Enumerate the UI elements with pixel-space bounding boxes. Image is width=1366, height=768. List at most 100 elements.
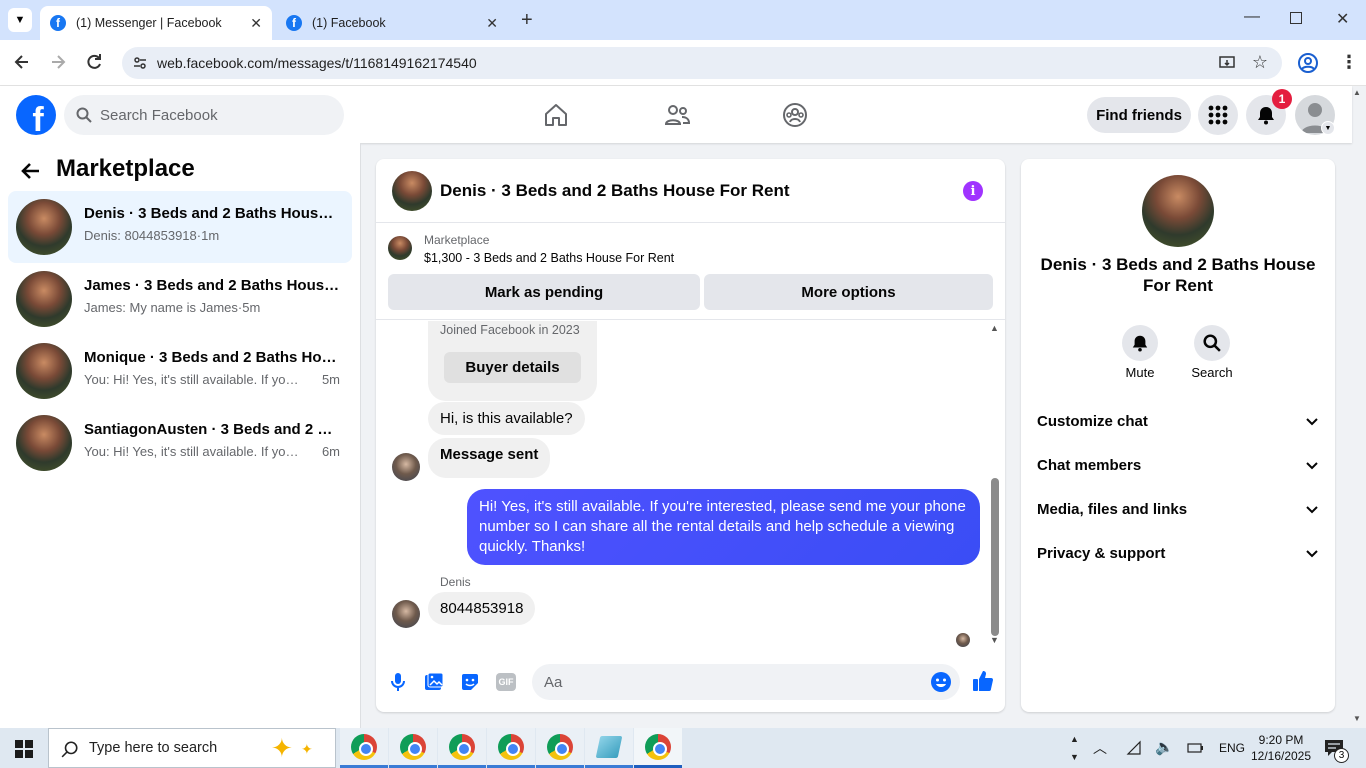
chrome-icon <box>645 733 671 760</box>
chat-members-section[interactable]: Chat members <box>1037 453 1319 477</box>
page-scroll-up-icon[interactable]: ▲ <box>1353 88 1361 97</box>
chat-avatar[interactable] <box>392 171 432 211</box>
buyer-profile-card: Joined Facebook in 2023 Buyer details <box>428 321 597 401</box>
volume-icon[interactable]: 🔈 <box>1155 738 1174 756</box>
chat-info-panel: Denis · 3 Beds and 2 Baths House For Ren… <box>1021 159 1335 712</box>
incoming-message[interactable]: 8044853918 <box>428 592 536 625</box>
conversation-item[interactable]: Monique · 3 Beds and 2 Baths House For R… <box>8 335 352 407</box>
minimize-icon[interactable]: — <box>1244 8 1260 26</box>
site-info-icon[interactable] <box>132 55 148 71</box>
chat-title[interactable]: Denis · 3 Beds and 2 Baths House For Ren… <box>440 181 790 201</box>
taskbar-clock[interactable]: 9:20 PM 12/16/2025 <box>1248 732 1314 764</box>
tab-facebook[interactable]: f (1) Facebook ✕ <box>276 6 508 40</box>
close-window-icon[interactable]: ✕ <box>1336 9 1349 29</box>
menu-grid-button[interactable] <box>1198 95 1238 135</box>
sparkle-small-icon: ✦ <box>301 741 313 757</box>
search-conversation-button[interactable] <box>1194 325 1230 361</box>
clock-time: 9:20 PM <box>1258 733 1304 747</box>
thumbs-up-icon[interactable] <box>972 670 994 692</box>
close-tab-icon[interactable]: ✕ <box>250 15 262 32</box>
taskbar-chrome-app[interactable] <box>536 728 584 768</box>
language-indicator[interactable]: ENG <box>1219 741 1245 755</box>
taskbar-chrome-app[interactable] <box>389 728 437 768</box>
listing-thumbnail[interactable] <box>388 236 412 260</box>
taskbar-search-input[interactable]: Type here to search ✦ ✦ <box>48 728 336 768</box>
battery-icon[interactable] <box>1187 741 1205 755</box>
conversation-item[interactable]: Denis · 3 Beds and 2 Baths House For Ren… <box>8 191 352 263</box>
friends-icon[interactable] <box>663 102 691 128</box>
facebook-favicon-icon: f <box>286 15 302 31</box>
windows-start-icon[interactable] <box>15 740 33 758</box>
message-thread[interactable]: Joined Facebook in 2023 Buyer details Hi… <box>376 321 1005 651</box>
tab-messenger[interactable]: f (1) Messenger | Facebook ✕ <box>40 6 272 40</box>
show-hidden-icons-chevron-icon[interactable]: ︿ <box>1093 738 1107 758</box>
grid-icon <box>1208 105 1228 125</box>
emoji-icon[interactable] <box>930 671 952 693</box>
gif-icon[interactable]: GIF <box>496 673 516 691</box>
notepad-icon <box>595 735 623 758</box>
taskbar-chrome-app[interactable] <box>487 728 535 768</box>
home-icon[interactable] <box>543 102 569 128</box>
sticker-icon[interactable] <box>460 672 480 692</box>
forward-icon[interactable] <box>48 52 68 72</box>
facebook-search-input[interactable]: Search Facebook <box>64 95 344 135</box>
taskbar-chrome-app[interactable] <box>340 728 388 768</box>
address-bar[interactable]: web.facebook.com/messages/t/116814916217… <box>122 47 1282 79</box>
notification-badge: 1 <box>1272 89 1292 109</box>
mute-label: Mute <box>1125 365 1155 380</box>
taskbar-chrome-app-active[interactable] <box>634 728 682 768</box>
conversation-name: Monique · 3 Beds and 2 Baths House For R… <box>84 349 340 366</box>
sparkle-icon: ✦ <box>271 733 293 763</box>
browser-menu-icon[interactable]: ⋮ <box>1340 52 1358 73</box>
scroll-up-icon[interactable]: ▲ <box>990 323 999 333</box>
tab-title: (1) Facebook <box>312 16 386 30</box>
install-app-icon[interactable] <box>1218 54 1236 72</box>
info-avatar[interactable] <box>1142 175 1214 247</box>
close-tab-icon[interactable]: ✕ <box>486 15 498 32</box>
mute-button[interactable] <box>1122 325 1158 361</box>
scroll-down-icon[interactable]: ▼ <box>990 635 999 645</box>
photo-icon[interactable] <box>424 672 444 692</box>
tab-search-button[interactable]: ▼ <box>8 8 32 32</box>
facebook-logo-icon[interactable]: f <box>16 95 56 135</box>
scrollbar-thumb[interactable] <box>991 478 999 636</box>
new-tab-icon[interactable]: + <box>521 9 533 32</box>
buyer-details-button[interactable]: Buyer details <box>444 352 581 383</box>
chrome-icon <box>351 733 377 760</box>
groups-icon[interactable] <box>782 102 808 128</box>
profile-icon[interactable] <box>1297 52 1319 74</box>
info-icon[interactable]: i <box>963 181 983 201</box>
chevron-down-icon[interactable]: ▼ <box>1321 121 1335 135</box>
action-center-badge: 3 <box>1334 748 1349 763</box>
outgoing-message[interactable]: Hi! Yes, it's still available. If you're… <box>467 489 980 565</box>
listing-avatar <box>16 199 72 255</box>
bookmark-star-icon[interactable]: ☆ <box>1252 52 1268 73</box>
taskbar-chrome-app[interactable] <box>438 728 486 768</box>
back-icon[interactable] <box>12 52 32 72</box>
taskbar-notepad-app[interactable] <box>585 728 633 768</box>
mark-as-pending-button[interactable]: Mark as pending <box>388 274 700 310</box>
find-friends-button[interactable]: Find friends <box>1087 97 1191 133</box>
privacy-support-section[interactable]: Privacy & support <box>1037 541 1319 565</box>
conversation-item[interactable]: SantiagonAusten · 3 Beds and 2 Baths Hou… <box>8 407 352 479</box>
reload-icon[interactable] <box>84 52 104 72</box>
incoming-message[interactable]: Message sent <box>428 438 551 478</box>
maximize-icon[interactable] <box>1290 12 1302 24</box>
customize-chat-section[interactable]: Customize chat <box>1037 409 1319 433</box>
back-arrow-icon[interactable] <box>20 160 42 182</box>
listing-price-title[interactable]: $1,300 - 3 Beds and 2 Baths House For Re… <box>424 251 674 265</box>
microphone-icon[interactable] <box>390 672 406 692</box>
media-files-links-section[interactable]: Media, files and links <box>1037 497 1319 521</box>
page-scroll-down-icon[interactable]: ▼ <box>1353 714 1361 723</box>
bell-icon <box>1258 107 1274 125</box>
conversation-item[interactable]: James · 3 Beds and 2 Baths House For Ren… <box>8 263 352 335</box>
conversation-preview: James: My name is James · 5m <box>84 300 261 315</box>
sender-avatar[interactable] <box>392 453 420 481</box>
wifi-icon[interactable] <box>1126 740 1142 756</box>
message-input[interactable]: Aa <box>532 664 960 700</box>
chat-header: Denis · 3 Beds and 2 Baths House For Ren… <box>376 159 1005 223</box>
sender-avatar[interactable] <box>392 600 420 628</box>
incoming-message[interactable]: Hi, is this available? <box>428 402 585 435</box>
more-options-button[interactable]: More options <box>704 274 993 310</box>
taskbar-scroll-icon[interactable]: ▲ ▼ <box>1070 730 1079 766</box>
